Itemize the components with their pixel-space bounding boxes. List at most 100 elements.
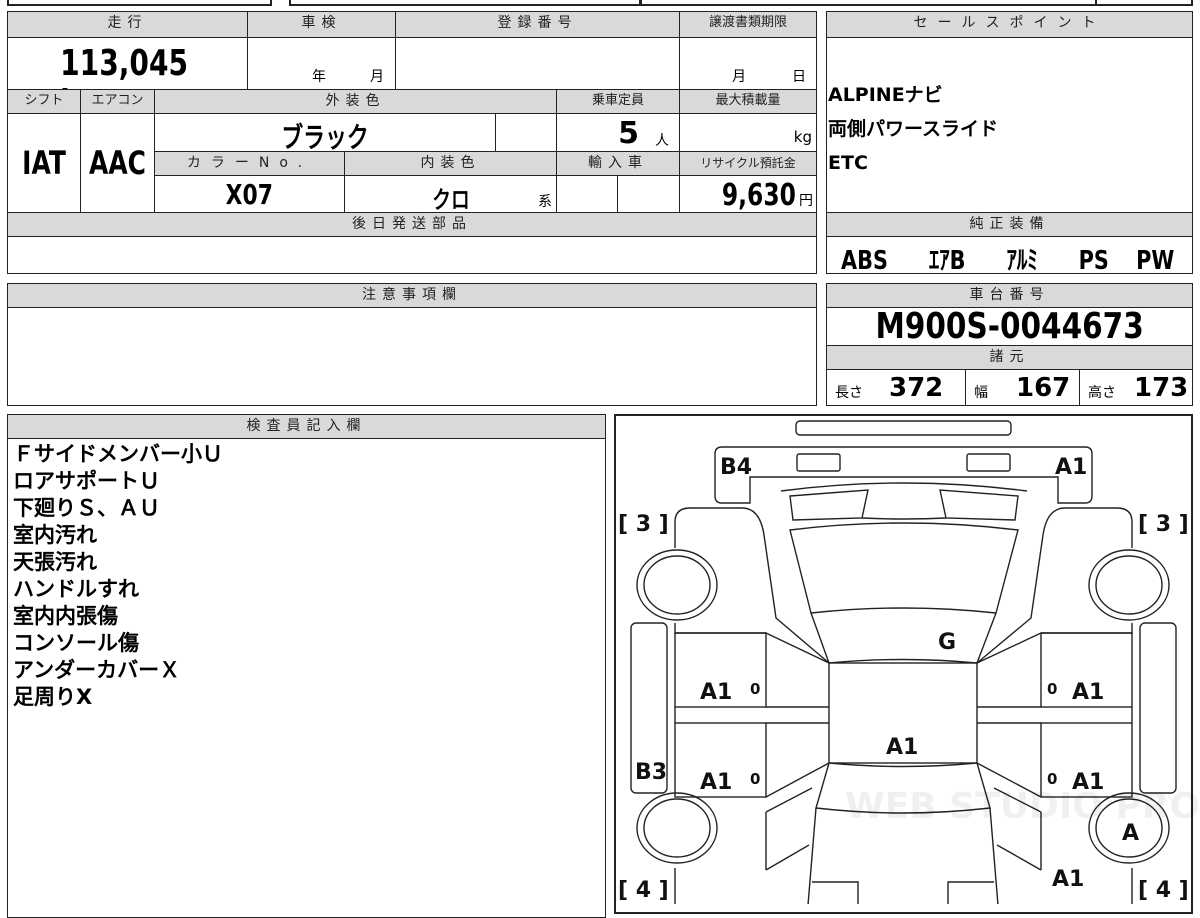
spec-height-value: 173 [1134, 373, 1189, 403]
watermark: WEB STUDIO PRO [845, 786, 1200, 827]
sales-point-item: ETC [828, 152, 868, 174]
headlight-right [939, 489, 1019, 521]
sales-points-header: セールスポイント [826, 11, 1193, 38]
spec-width-value: 167 [1016, 373, 1071, 403]
aircon-value: AAC [89, 144, 146, 182]
inspector-notes-header: 検査員記入欄 [7, 414, 606, 439]
capacity-cell: 5 人 [556, 113, 680, 152]
max-load-cell: kg [679, 113, 817, 152]
caution-header: 注意事項欄 [7, 283, 817, 308]
chassis-number-cell: M900S-0044673 [826, 307, 1193, 346]
top-strip-cell [640, 0, 1110, 6]
spec-height-cell: 高さ 173 [1079, 369, 1193, 406]
exterior-color-cell: ブラック [154, 113, 496, 154]
empty-cell [495, 113, 557, 152]
exterior-color-header: 外装色 [154, 89, 557, 114]
inspector-note-line: 足周りX [13, 685, 93, 709]
color-no-value: X07 [225, 178, 274, 211]
caution-cell [7, 307, 817, 406]
mark-sill-left: B3 [635, 760, 667, 785]
shaken-header: 車検 [247, 11, 396, 38]
interior-color-header: 内装色 [344, 151, 557, 176]
capacity-value: 5 [618, 116, 639, 151]
top-strip-cell [7, 0, 272, 6]
top-strip-cell [1095, 0, 1193, 6]
color-no-cell: X07 [154, 175, 345, 213]
transfer-deadline-header: 譲渡書類期限 [679, 11, 817, 38]
inspector-note-line: ハンドルすれ [13, 577, 139, 601]
tyre-front-left: [ 3 ] [618, 512, 669, 537]
front-bumper-shape [714, 446, 1093, 504]
equipment-item: PS [1078, 246, 1109, 276]
mark-front-bumper-left: B4 [720, 455, 752, 480]
mark-front-door-right: A1 [1072, 680, 1104, 705]
year-unit: 年 [312, 69, 326, 85]
import-car-header: 輸入車 [556, 151, 680, 176]
inspector-note-line: 室内汚れ [13, 523, 97, 547]
import-car-cell [617, 175, 680, 213]
mileage-header: 走行 [7, 11, 248, 38]
wheel-rear-left [636, 792, 718, 864]
sales-point-item: 両側パワースライド [828, 118, 999, 140]
top-strip-cell [289, 0, 641, 6]
bumper-light-right [966, 453, 1011, 472]
color-no-header: カラーNo. [154, 151, 345, 176]
spec-length-label: 長さ [835, 385, 863, 401]
recycle-fee-cell: 9,630 円 [679, 175, 817, 213]
chassis-number-value: M900S-0044673 [875, 306, 1144, 347]
inspector-note-line: ロアサポートＵ [13, 469, 160, 493]
max-load-unit: kg [793, 128, 812, 146]
rear-quarter-left [765, 787, 813, 871]
sales-point-item: ALPINEナビ [828, 84, 943, 106]
inspector-note-line: Ｆサイドメンバー小Ｕ [13, 442, 223, 466]
spec-width-cell: 幅 167 [965, 369, 1080, 406]
later-parts-cell [7, 236, 817, 274]
tyre-rear-right: [ 4 ] [1138, 878, 1189, 903]
interior-color-value: クロ [431, 186, 470, 214]
aircon-header: エアコン [80, 89, 155, 114]
spec-width-label: 幅 [974, 385, 988, 401]
sales-points-cell: ALPINEナビ 両側パワースライド ETC [826, 37, 1193, 213]
grille-line [861, 517, 947, 520]
inspector-note-line: コンソール傷 [13, 631, 139, 655]
wheel-front-right [1088, 549, 1170, 621]
windshield-shape [789, 522, 1019, 614]
car-damage-diagram: B4 A1 G A1 A1 A1 A1 A1 B3 A A1 [ 3 ] [ 3… [614, 414, 1200, 914]
wheel-front-left [636, 549, 718, 621]
grille-arc [780, 482, 1028, 492]
mirror-mark: 0 [750, 770, 760, 788]
mirror-mark: 0 [750, 680, 760, 698]
equipment-item: PW [1136, 246, 1175, 276]
capacity-header: 乗車定員 [556, 89, 680, 114]
spec-height-label: 高さ [1088, 385, 1116, 401]
exterior-color-value: ブラック [281, 121, 369, 154]
mark-front-bumper-right: A1 [1055, 455, 1087, 480]
standard-equipment-cell: ABS ｴｱB ｱﾙﾐ PS PW [826, 236, 1193, 276]
bumper-light-left [796, 453, 841, 472]
chassis-number-header: 車台番号 [826, 283, 1193, 308]
shift-value: IAT [22, 144, 66, 182]
recycle-fee-value: 9,630 [721, 178, 796, 213]
registration-cell [395, 37, 680, 90]
interior-color-suffix: 系 [538, 194, 552, 210]
mark-rear-quarter-right: A1 [1052, 867, 1084, 892]
inspector-notes-cell: Ｆサイドメンバー小Ｕ ロアサポートＵ 下廻りＳ、ＡＵ 室内汚れ 天張汚れ ハンド… [7, 438, 606, 918]
later-parts-header: 後日発送部品 [7, 212, 817, 237]
front-fender-right [976, 507, 1133, 664]
import-car-cell [556, 175, 618, 213]
inspector-note-line: 天張汚れ [13, 550, 97, 574]
mark-bonnet: G [938, 630, 956, 655]
standard-equipment-header: 純正装備 [826, 212, 1193, 237]
month-unit: 月 [370, 69, 384, 85]
recycle-fee-header: リサイクル預託金 [679, 151, 817, 176]
shaken-cell: 年 月 [247, 37, 396, 90]
mileage-cell: 113,045 km [7, 37, 248, 124]
equipment-item: ｱﾙﾐ [1006, 246, 1038, 276]
specs-header: 諸元 [826, 345, 1193, 370]
mark-rear-door-left: A1 [700, 770, 732, 795]
inspector-note-line: 下廻りＳ、ＡＵ [13, 496, 160, 520]
tyre-front-right: [ 3 ] [1138, 512, 1189, 537]
recycle-fee-unit: 円 [799, 193, 813, 209]
tyre-rear-left: [ 4 ] [618, 878, 669, 903]
month-unit: 月 [732, 69, 746, 85]
